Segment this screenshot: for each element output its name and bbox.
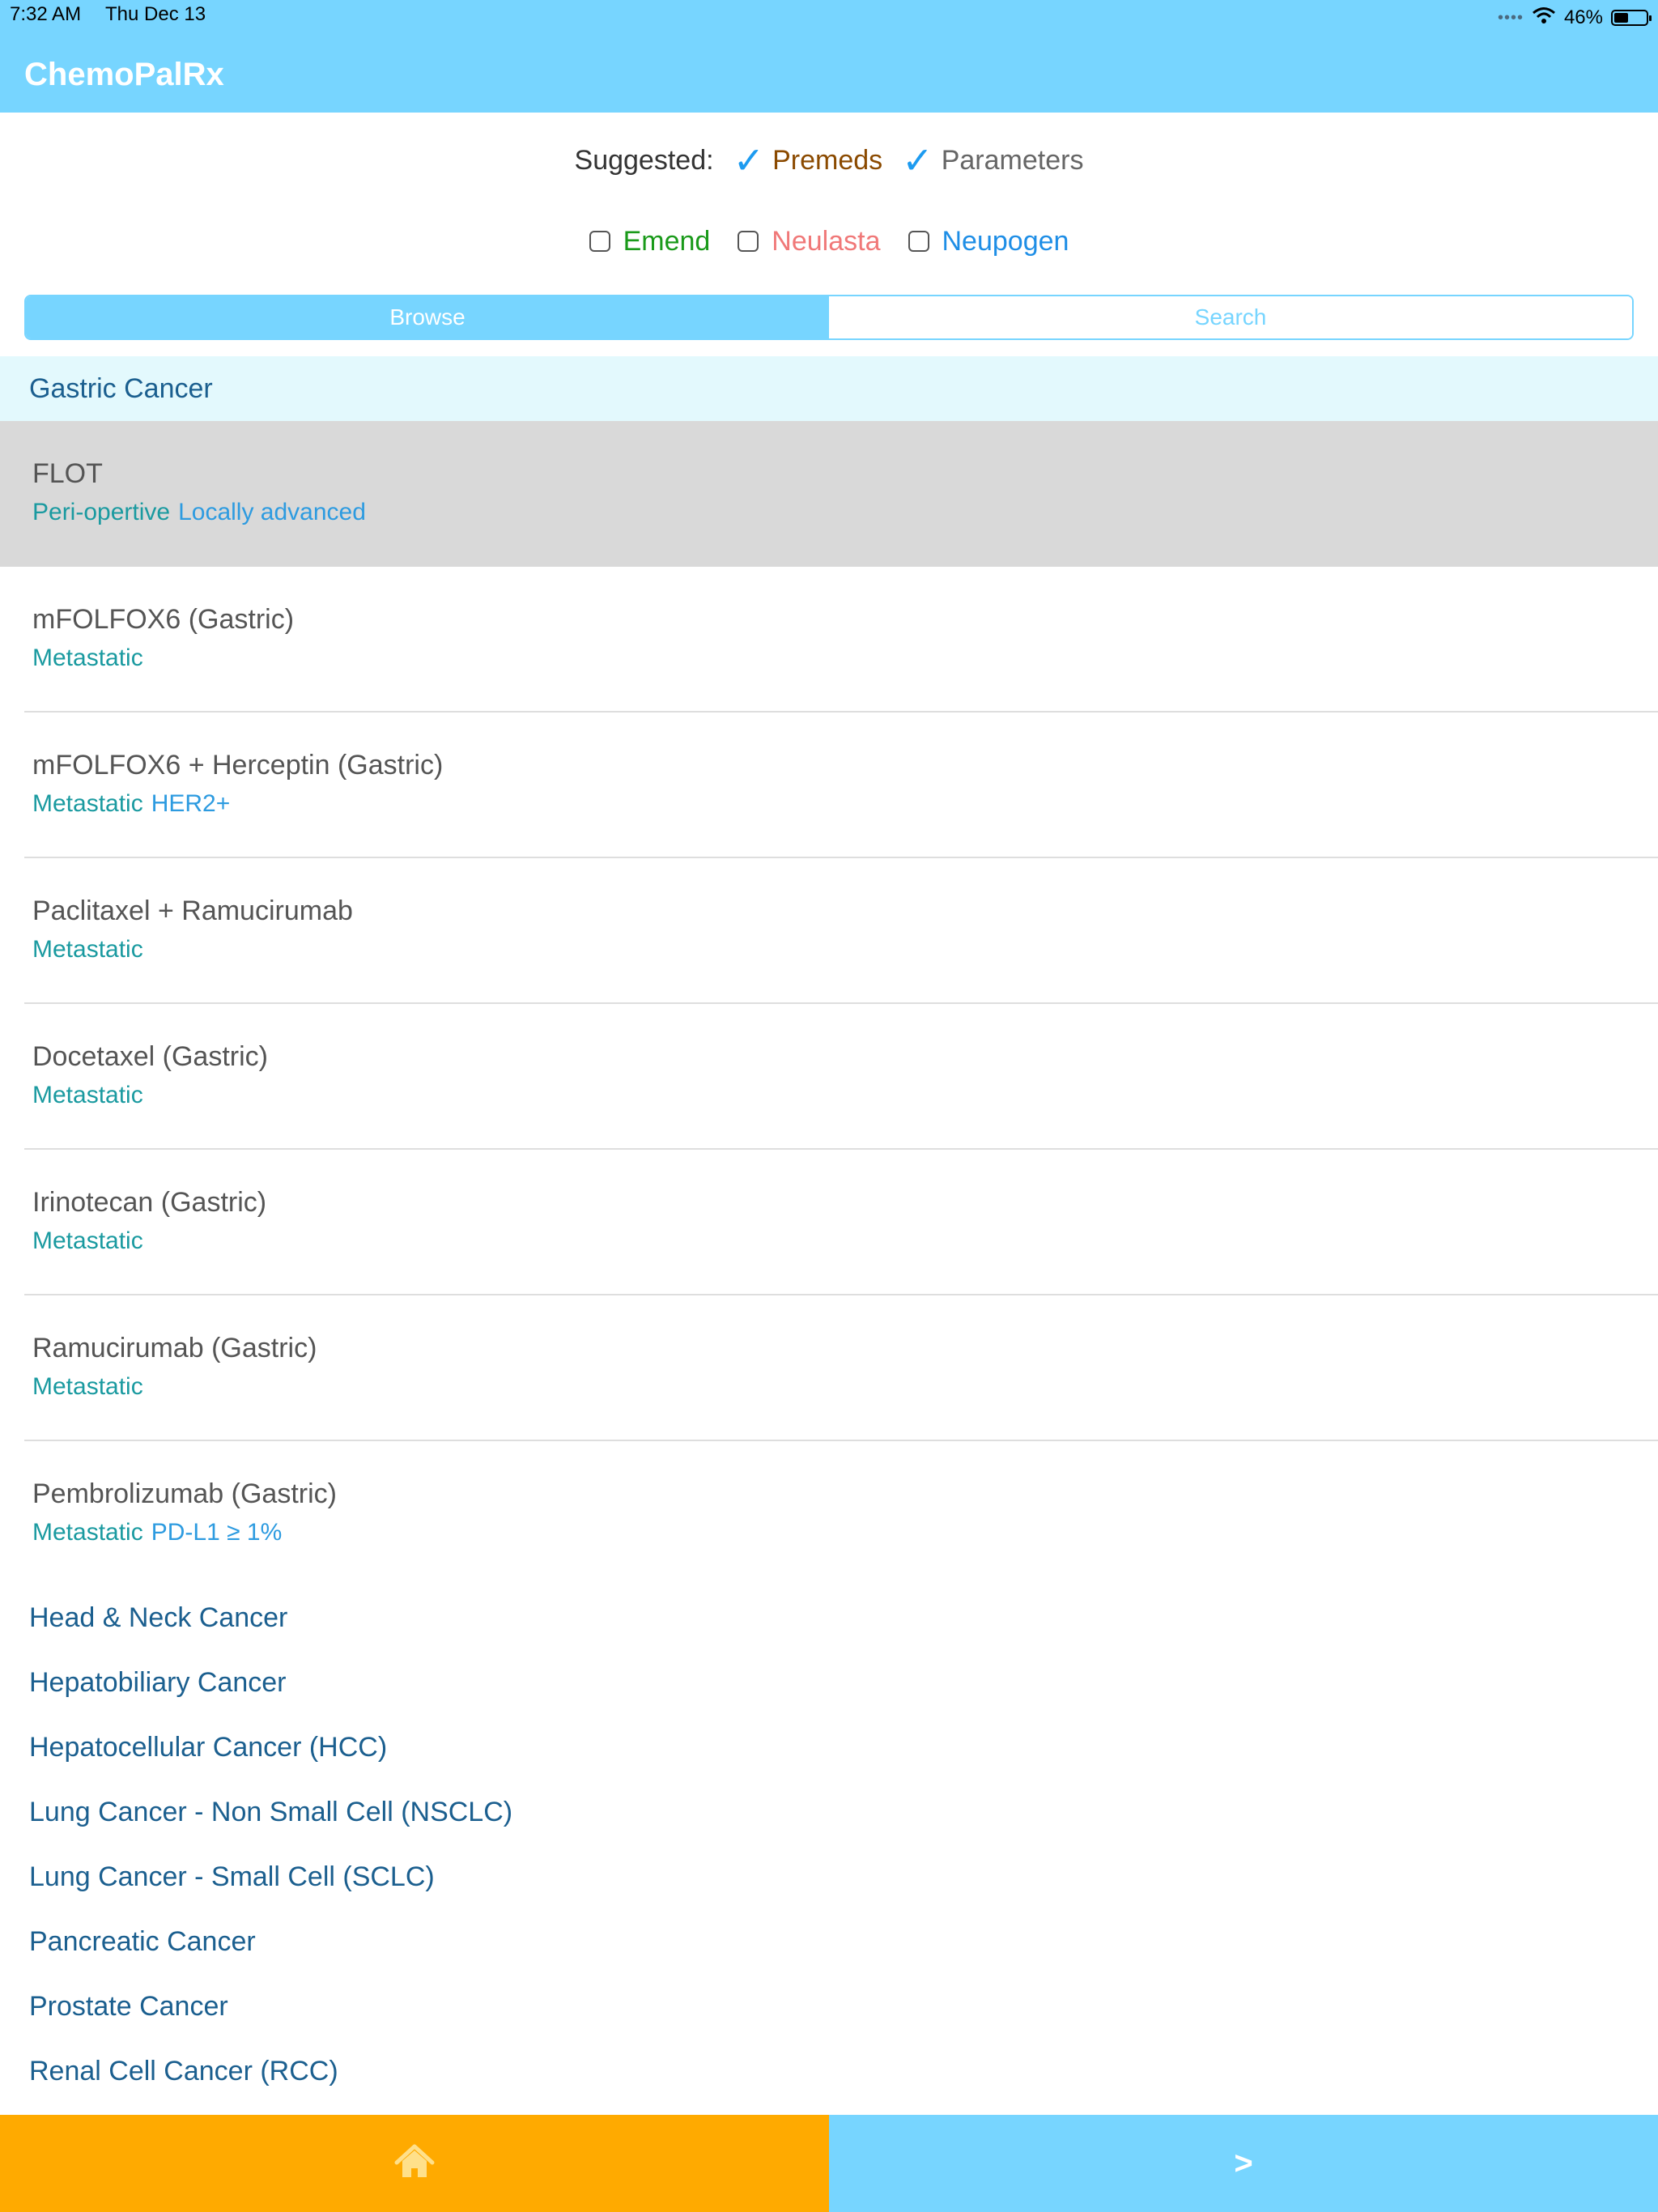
regimen-tag: Metastatic <box>32 644 143 671</box>
suggested-label: Suggested: <box>574 144 714 176</box>
next-button[interactable]: > <box>829 2115 1658 2212</box>
regimen-tag: Metastatic <box>32 1082 143 1108</box>
top-bar: 7:32 AM Thu Dec 13 •••• 46% ChemoPalRx <box>0 0 1658 113</box>
regimen-tags: Metastatic HER2+ <box>32 790 230 818</box>
neulasta-label: Neulasta <box>772 225 881 257</box>
category-hepatocellular[interactable]: Hepatocellular Cancer (HCC) <box>29 1715 512 1780</box>
parameters-toggle[interactable]: ✓ Parameters <box>902 142 1083 179</box>
checkmark-icon: ✓ <box>733 139 765 181</box>
category-hepatobiliary[interactable]: Hepatobiliary Cancer <box>29 1650 512 1715</box>
regimen-tags: Metastatic <box>32 1373 143 1401</box>
suggested-row: Suggested: ✓ Premeds ✓ Parameters <box>0 138 1658 183</box>
regimen-tags: Metastatic <box>32 1227 143 1255</box>
premeds-toggle[interactable]: ✓ Premeds <box>733 142 883 179</box>
battery-icon <box>1611 10 1652 26</box>
regimen-row[interactable]: Ramucirumab (Gastric) Metastatic <box>0 1295 1658 1441</box>
regimen-tags: Peri-opertive Locally advanced <box>32 499 366 526</box>
regimen-row[interactable]: mFOLFOX6 + Herceptin (Gastric) Metastati… <box>0 713 1658 858</box>
regimen-tags: Metastatic <box>32 936 143 963</box>
drug-options-row: Emend Neulasta Neupogen <box>0 219 1658 264</box>
regimen-row[interactable]: mFOLFOX6 (Gastric) Metastatic <box>0 567 1658 713</box>
regimen-tag: Metastatic <box>32 1227 143 1254</box>
premeds-label: Premeds <box>772 144 883 176</box>
regimen-tag: Locally advanced <box>178 499 366 525</box>
neupogen-checkbox[interactable] <box>908 231 929 252</box>
regimen-tags: Metastatic <box>32 644 143 672</box>
status-time: 7:32 AM <box>10 3 82 25</box>
regimen-tag: HER2+ <box>151 790 231 817</box>
checkmark-icon: ✓ <box>902 139 933 181</box>
battery-percent: 46% <box>1563 6 1603 28</box>
regimen-row[interactable]: Paclitaxel + Ramucirumab Metastatic <box>0 858 1658 1004</box>
signal-dots-icon: •••• <box>1497 8 1524 27</box>
regimen-row[interactable]: FLOT Peri-opertive Locally advanced <box>0 421 1658 567</box>
neupogen-option[interactable]: Neupogen <box>908 226 1069 257</box>
emend-option[interactable]: Emend <box>589 225 711 257</box>
regimen-title: Pembrolizumab (Gastric) <box>32 1478 337 1509</box>
regimen-tag: Metastatic <box>32 790 143 817</box>
regimen-row[interactable]: Irinotecan (Gastric) Metastatic <box>0 1150 1658 1295</box>
regimen-title: Paclitaxel + Ramucirumab <box>32 895 353 926</box>
emend-label: Emend <box>623 225 711 257</box>
status-indicators: •••• 46% <box>1497 3 1652 32</box>
category-prostate[interactable]: Prostate Cancer <box>29 1974 512 2039</box>
wifi-icon <box>1532 6 1556 30</box>
regimen-tags: Metastatic <box>32 1082 143 1109</box>
browse-search-segmented-control: Browse Search <box>24 295 1634 340</box>
category-pancreatic[interactable]: Pancreatic Cancer <box>29 1909 512 1974</box>
category-lung-sclc[interactable]: Lung Cancer - Small Cell (SCLC) <box>29 1844 512 1909</box>
home-button[interactable] <box>0 2115 829 2212</box>
category-lung-nsclc[interactable]: Lung Cancer - Non Small Cell (NSCLC) <box>29 1780 512 1844</box>
section-header-gastric[interactable]: Gastric Cancer <box>0 356 1658 421</box>
regimen-tag: Metastatic <box>32 1373 143 1400</box>
status-date: Thu Dec 13 <box>105 3 206 25</box>
regimen-row[interactable]: Docetaxel (Gastric) Metastatic <box>0 1004 1658 1150</box>
regimen-title: mFOLFOX6 (Gastric) <box>32 604 295 635</box>
home-icon <box>393 2143 436 2184</box>
parameters-label: Parameters <box>941 144 1084 176</box>
regimen-title: Irinotecan (Gastric) <box>32 1187 267 1218</box>
search-tab[interactable]: Search <box>829 296 1632 338</box>
regimen-tag: Peri-opertive <box>32 499 171 525</box>
regimen-title: Ramucirumab (Gastric) <box>32 1333 317 1363</box>
app-title: ChemoPalRx <box>24 57 224 92</box>
category-head-neck[interactable]: Head & Neck Cancer <box>29 1585 512 1650</box>
category-list: Head & Neck Cancer Hepatobiliary Cancer … <box>29 1585 512 2104</box>
regimen-tags: Metastatic PD-L1 ≥ 1% <box>32 1519 282 1546</box>
regimen-title: Docetaxel (Gastric) <box>32 1041 268 1072</box>
regimen-tag: PD-L1 ≥ 1% <box>151 1519 283 1546</box>
neupogen-label: Neupogen <box>942 225 1069 257</box>
regimen-title: FLOT <box>32 458 103 489</box>
regimen-tag: Metastatic <box>32 936 143 963</box>
neulasta-option[interactable]: Neulasta <box>738 225 881 257</box>
category-renal-cell[interactable]: Renal Cell Cancer (RCC) <box>29 2039 512 2104</box>
regimen-row[interactable]: Pembrolizumab (Gastric) Metastatic PD-L1… <box>0 1441 1658 1587</box>
emend-checkbox[interactable] <box>589 231 610 252</box>
regimen-tag: Metastatic <box>32 1519 143 1546</box>
browse-tab[interactable]: Browse <box>26 296 829 338</box>
neulasta-checkbox[interactable] <box>738 231 759 252</box>
regimen-title: mFOLFOX6 + Herceptin (Gastric) <box>32 750 444 781</box>
